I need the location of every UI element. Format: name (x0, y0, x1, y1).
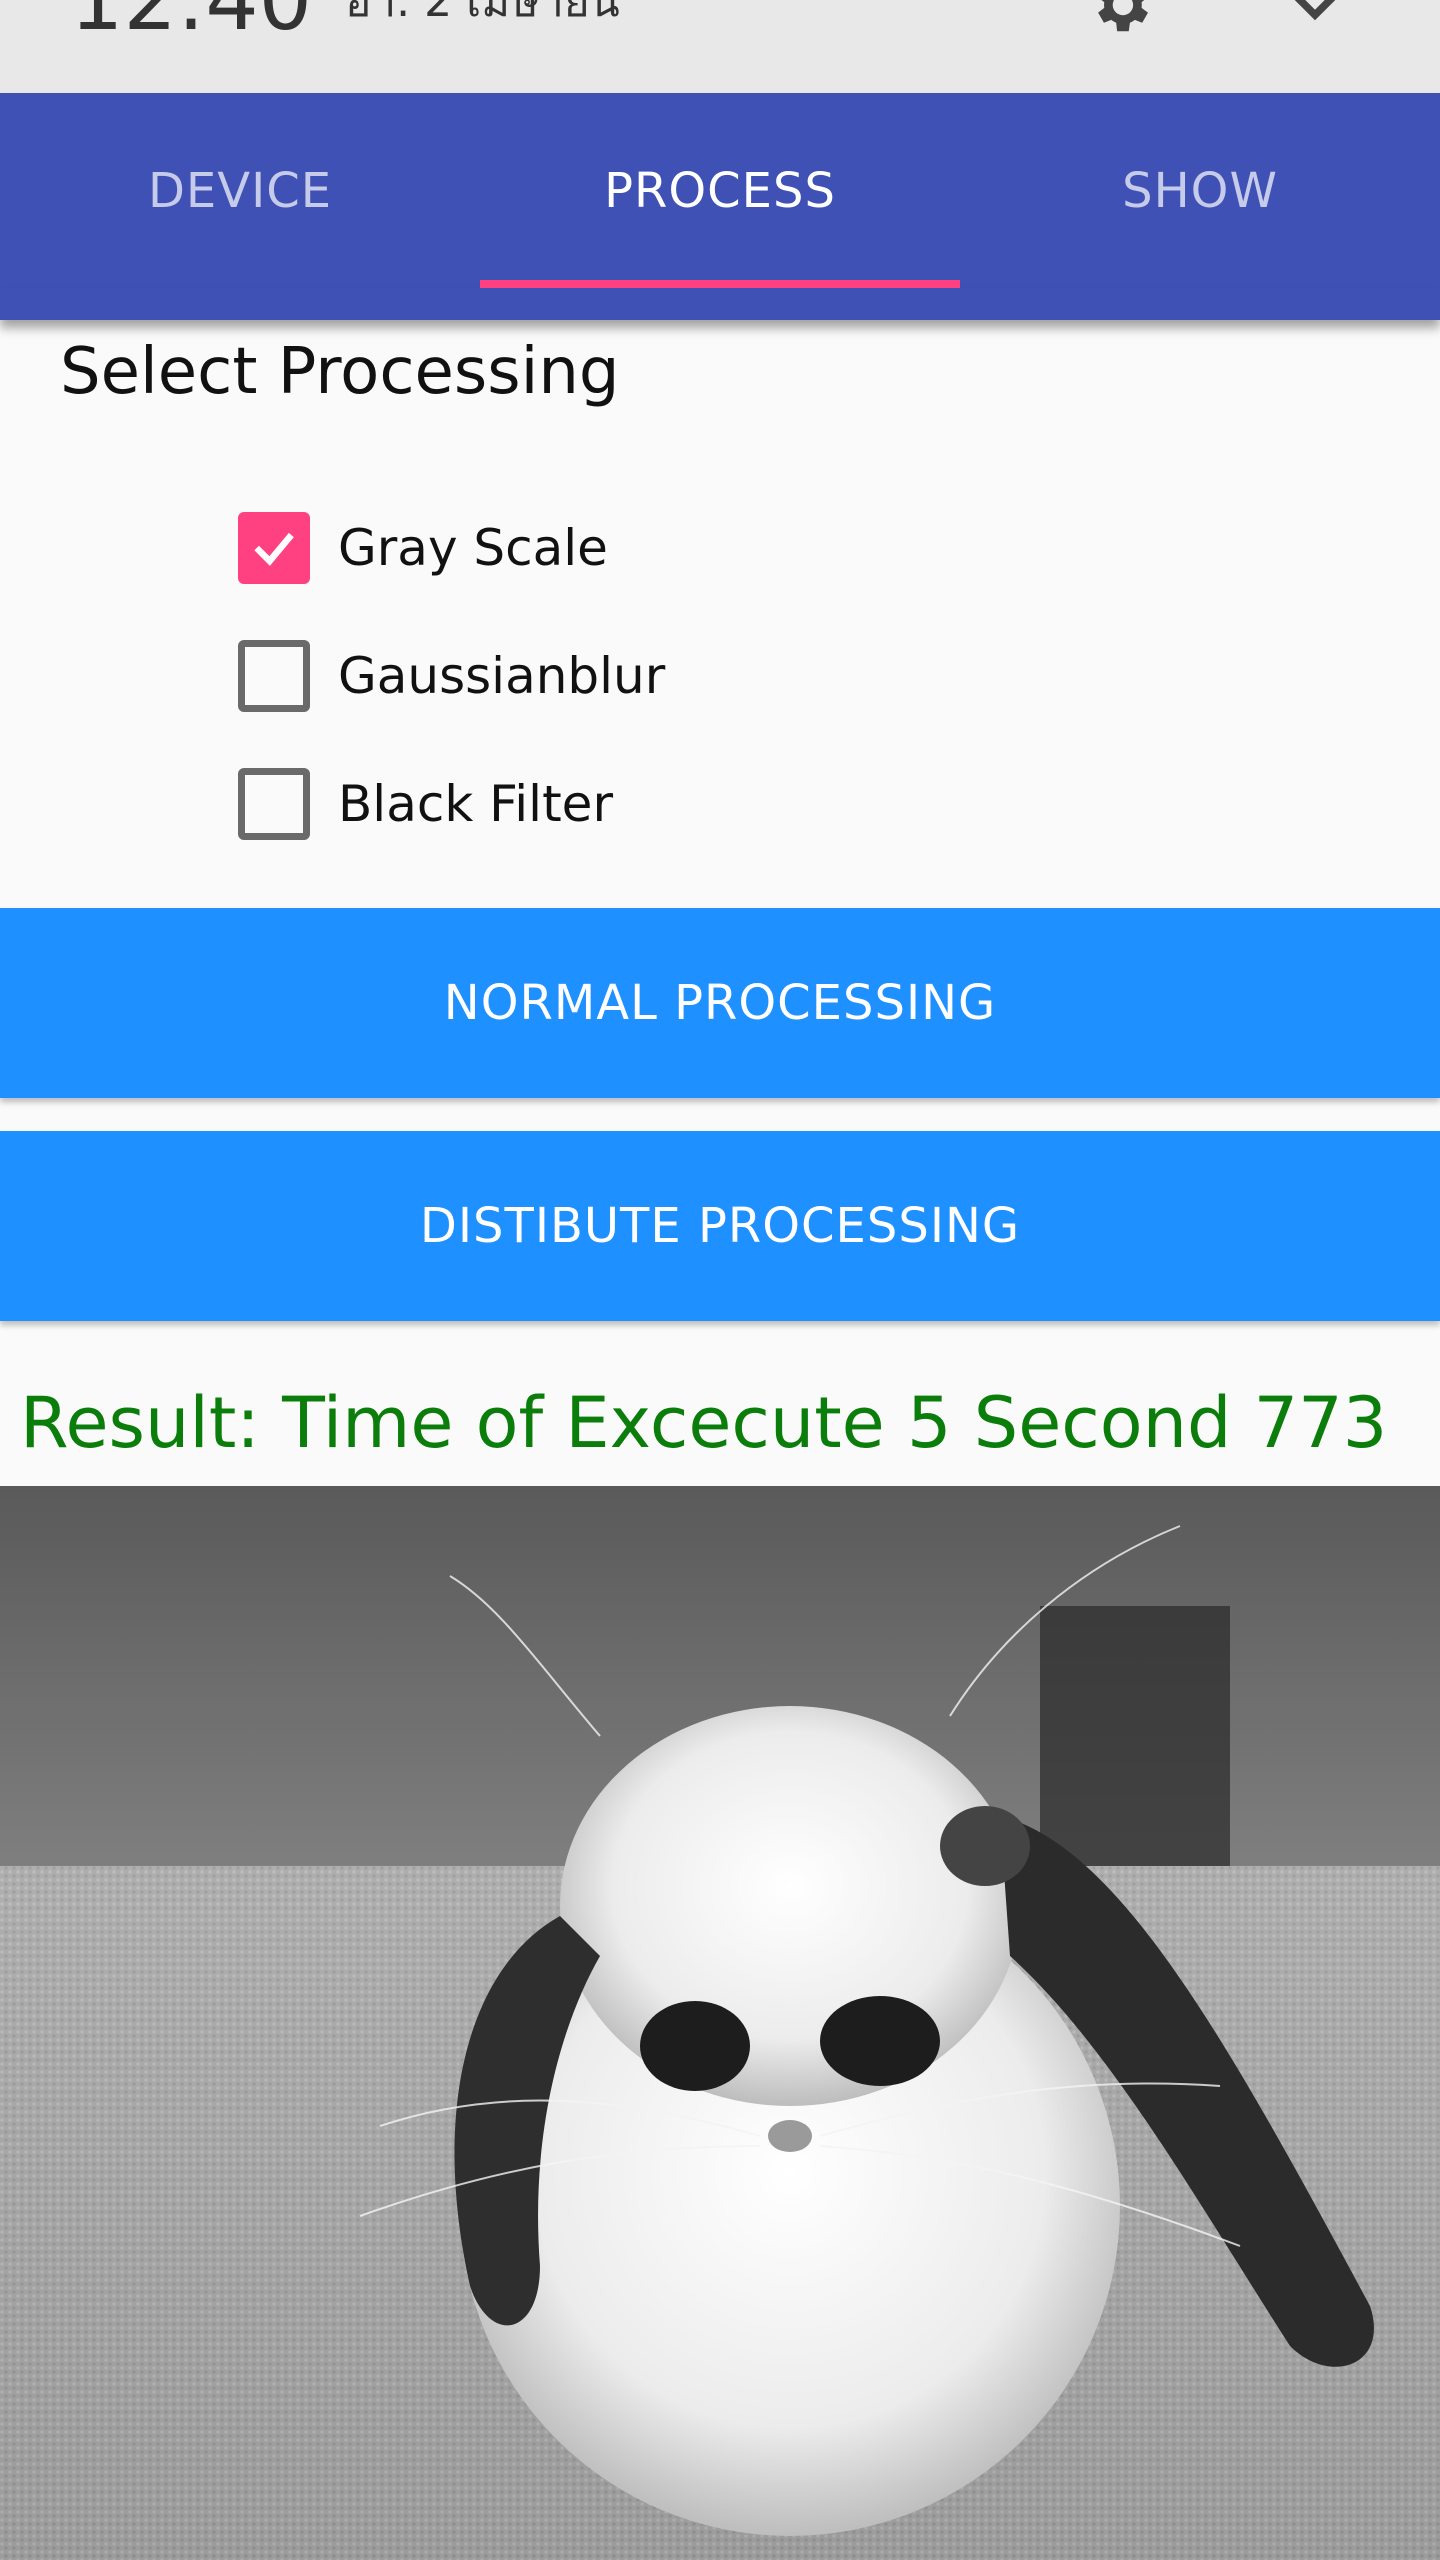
tab-process[interactable]: PROCESS (480, 93, 960, 288)
section-title: Select Processing (60, 335, 620, 409)
tab-bar-shadow (0, 288, 1440, 320)
gaussianblur-checkbox[interactable] (238, 640, 310, 712)
normal-processing-button[interactable]: NORMAL PROCESSING (0, 908, 1440, 1098)
black-filter-checkbox[interactable] (238, 768, 310, 840)
gaussianblur-label[interactable]: Gaussianblur (338, 647, 665, 705)
tab-indicator (480, 280, 960, 288)
status-time: 12:40 (70, 0, 313, 49)
tab-device[interactable]: DEVICE (0, 93, 480, 288)
distribute-processing-button[interactable]: DISTIBUTE PROCESSING (0, 1131, 1440, 1321)
gear-icon[interactable] (1085, 0, 1155, 40)
option-gray-scale[interactable]: Gray Scale (238, 512, 608, 584)
result-text: Result: Time of Excecute 5 Second 773 (20, 1382, 1388, 1464)
chevron-down-icon[interactable] (1285, 0, 1345, 30)
processed-bunny-image (0, 1486, 1440, 2560)
status-date: อา. 2 เมษายน (345, 0, 620, 27)
check-icon (254, 532, 294, 566)
tab-show[interactable]: SHOW (960, 93, 1440, 288)
gray-scale-checkbox[interactable] (238, 512, 310, 584)
gray-scale-label[interactable]: Gray Scale (338, 519, 608, 577)
black-filter-label[interactable]: Black Filter (338, 775, 613, 833)
option-black-filter[interactable]: Black Filter (238, 768, 613, 840)
status-bar: 12:40 อา. 2 เมษายน (0, 0, 1440, 93)
option-gaussianblur[interactable]: Gaussianblur (238, 640, 665, 712)
result-image (0, 1486, 1440, 2560)
